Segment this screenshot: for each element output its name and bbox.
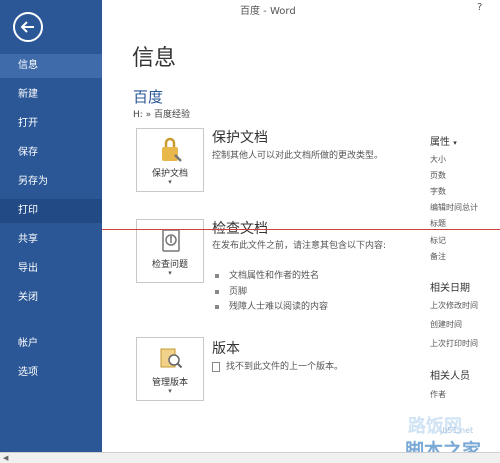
property-label: 标记 <box>430 236 446 245</box>
versions-description: 找不到此文件的上一个版本。 <box>212 361 412 374</box>
versions-title: 版本 <box>212 341 240 357</box>
inspect-bullet: 页脚 <box>215 284 247 297</box>
related-dates-heading: 相关日期 <box>430 283 470 294</box>
inspect-bullet: 残障人士难以阅读的内容 <box>215 299 328 312</box>
help-button[interactable]: ? <box>477 2 482 13</box>
manage-versions-icon <box>160 348 183 369</box>
watermark-url: jb51.net <box>440 426 474 435</box>
date-label: 上次修改时间 <box>430 301 478 310</box>
nav-account[interactable]: 帐户 <box>0 332 102 356</box>
date-label: 创建时间 <box>430 320 462 329</box>
property-label: 标题 <box>430 219 446 228</box>
nav-open[interactable]: 打开 <box>0 112 102 136</box>
property-label: 页数 <box>430 171 446 180</box>
protect-description: 控制其他人可以对此文档所做的更改类型。 <box>212 151 384 161</box>
property-label: 字数 <box>430 187 446 196</box>
chevron-down-icon: ▾ <box>168 387 172 395</box>
red-guide-line <box>102 229 500 230</box>
inspect-bullet: 文档属性和作者的姓名 <box>215 268 319 281</box>
nav-options[interactable]: 选项 <box>0 361 102 385</box>
property-label: 备注 <box>430 252 446 261</box>
protect-document-button[interactable]: 保护文档 ▾ <box>136 128 204 192</box>
nav-save-as[interactable]: 另存为 <box>0 170 102 194</box>
nav-close[interactable]: 关闭 <box>0 286 102 310</box>
protect-title: 保护文档 <box>212 130 268 146</box>
horizontal-scrollbar[interactable]: ◀ <box>0 452 500 463</box>
nav-print[interactable]: 打印 <box>0 199 102 223</box>
related-people-heading: 相关人员 <box>430 371 470 382</box>
nav-share[interactable]: 共享 <box>0 228 102 252</box>
inspect-description: 在发布此文件之前，请注意其包含以下内容: <box>212 241 387 251</box>
date-label: 上次打印时间 <box>430 339 478 348</box>
chevron-down-icon: ▾ <box>168 269 172 277</box>
inspect-title: 检查文档 <box>212 221 268 237</box>
people-label: 作者 <box>430 390 446 399</box>
inspect-document-icon <box>162 229 180 252</box>
chevron-down-icon: ▾ <box>453 139 457 147</box>
back-arrow-icon <box>20 21 34 33</box>
lock-key-icon <box>162 137 182 162</box>
nav-new[interactable]: 新建 <box>0 83 102 107</box>
page-title: 信息 <box>132 46 177 71</box>
manage-versions-button[interactable]: 管理版本 ▾ <box>136 337 204 401</box>
property-label: 大小 <box>430 155 446 164</box>
window-title: 百度 - Word <box>240 6 296 17</box>
back-button[interactable] <box>13 12 43 42</box>
property-label: 编辑时间总计 <box>430 203 478 212</box>
nav-save[interactable]: 保存 <box>0 141 102 165</box>
properties-heading[interactable]: 属性 ▾ <box>430 133 457 148</box>
chevron-down-icon: ▾ <box>168 178 172 186</box>
document-name: 百度 <box>133 88 164 106</box>
backstage-sidebar: 信息 新建 打开 保存 另存为 打印 共享 导出 关闭 帐户 选项 <box>0 0 102 463</box>
nav-info[interactable]: 信息 <box>0 54 102 78</box>
nav-export[interactable]: 导出 <box>0 257 102 281</box>
scroll-left-icon[interactable]: ◀ <box>3 454 8 462</box>
document-icon <box>212 361 220 372</box>
document-path[interactable]: H: » 百度经验 <box>133 107 190 120</box>
